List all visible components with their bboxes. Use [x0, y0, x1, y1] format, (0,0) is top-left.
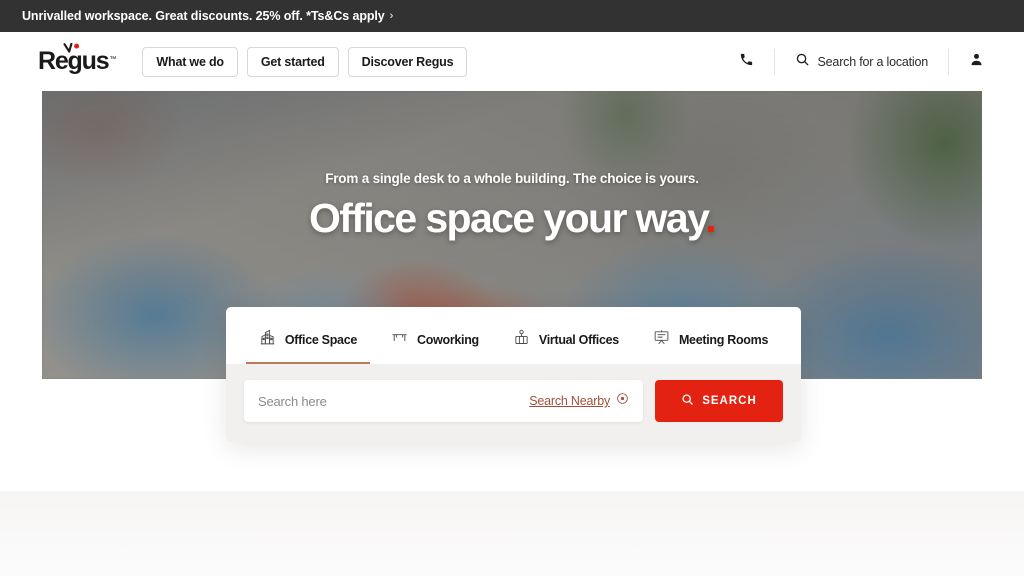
search-button[interactable]: SEARCH: [655, 380, 783, 422]
primary-nav: What we do Get started Discover Regus: [142, 46, 468, 77]
nav-what-we-do-button[interactable]: What we do: [142, 46, 238, 77]
crosshair-target-icon: [616, 392, 629, 410]
hero-title-text: Office space your way: [308, 195, 707, 241]
search-icon: [681, 393, 694, 409]
search-bar-row: Search Nearby SEARCH: [226, 364, 801, 442]
hero-title-period: .: [705, 195, 716, 241]
chevron-right-icon: ›: [389, 10, 394, 22]
search-icon: [795, 52, 810, 72]
tab-office-space-label: Office Space: [284, 333, 358, 347]
promo-banner[interactable]: Unrivalled workspace. Great discounts. 2…: [0, 0, 1024, 32]
search-tabs: Office Space Coworking Virtual Offices M…: [226, 307, 801, 364]
header-utility-nav: Search for a location: [721, 44, 1002, 80]
location-search-button[interactable]: Search for a location: [777, 44, 946, 80]
tab-virtual-offices-label: Virtual Offices: [538, 333, 619, 347]
search-input[interactable]: [258, 393, 530, 409]
tab-coworking[interactable]: Coworking: [374, 329, 496, 364]
feature-cards-section: [0, 491, 1024, 576]
regus-checkmark-dot-icon: [63, 41, 81, 53]
search-nearby-button[interactable]: Search Nearby: [529, 392, 629, 410]
tab-coworking-label: Coworking: [417, 333, 479, 347]
search-panel: Office Space Coworking Virtual Offices M…: [226, 307, 801, 442]
tab-meeting-rooms-label: Meeting Rooms: [678, 333, 769, 347]
site-header: Regus ™ What we do Get started Discover …: [0, 32, 1024, 91]
location-search-label: Search for a location: [817, 54, 929, 69]
hero-section: From a single desk to a whole building. …: [0, 91, 1024, 576]
promo-banner-text: Unrivalled workspace. Great discounts. 2…: [22, 9, 385, 23]
search-nearby-label: Search Nearby: [529, 394, 610, 408]
account-button[interactable]: [951, 44, 1002, 80]
presentation-board-icon: [653, 329, 670, 351]
table-icon: [391, 329, 408, 351]
search-field[interactable]: Search Nearby: [244, 380, 643, 422]
page-title: Office space your way.: [0, 195, 1024, 241]
divider: [773, 48, 775, 75]
hero-subtitle: From a single desk to a whole building. …: [325, 171, 699, 186]
phone-button[interactable]: [721, 44, 772, 80]
phone-icon: [739, 52, 754, 72]
tab-virtual-offices[interactable]: Virtual Offices: [496, 329, 636, 364]
briefcase-person-icon: [513, 329, 530, 351]
tab-office-space[interactable]: Office Space: [242, 329, 374, 364]
nav-get-started-button[interactable]: Get started: [246, 46, 339, 77]
nav-discover-regus-button[interactable]: Discover Regus: [347, 46, 468, 77]
trademark-symbol: ™: [109, 56, 117, 63]
search-button-label: SEARCH: [702, 395, 757, 407]
regus-logo[interactable]: Regus ™: [38, 42, 117, 74]
tab-meeting-rooms[interactable]: Meeting Rooms: [636, 329, 785, 364]
divider: [948, 48, 949, 75]
building-icon: [259, 329, 276, 351]
account-person-icon: [969, 52, 984, 72]
hero-copy: From a single desk to a whole building. …: [0, 171, 1024, 240]
